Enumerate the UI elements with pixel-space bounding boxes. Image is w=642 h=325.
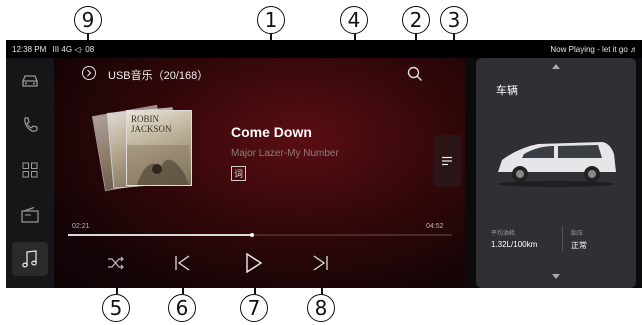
apps-grid-icon	[22, 162, 38, 178]
song-artist: Major Lazer-My Number	[231, 148, 339, 159]
status-bar: 12:38 PM III 4G ◁· 08 Now Playing - let …	[6, 40, 642, 58]
next-icon	[313, 255, 328, 271]
vehicle-panel: 车辆 平均油耗 1.32L/100km 胎压 正常	[465, 58, 642, 288]
time-elapsed: 02:21	[72, 223, 90, 230]
search-icon	[407, 66, 422, 81]
media-player: USB音乐（20/168） ROBIN JACKSON Come Down Ma…	[54, 58, 465, 288]
sidebar-item-phone[interactable]	[12, 108, 48, 142]
callout-8: 8	[307, 294, 335, 322]
next-button[interactable]	[308, 250, 334, 276]
infotainment-screen: 12:38 PM III 4G ◁· 08 Now Playing - let …	[6, 40, 642, 288]
clock: 12:38 PM	[12, 45, 47, 54]
previous-button[interactable]	[169, 250, 195, 276]
progress-handle[interactable]	[250, 233, 255, 237]
callout-3: 3	[440, 6, 468, 34]
search-button[interactable]	[406, 65, 424, 83]
radio-icon	[21, 207, 39, 223]
previous-icon	[175, 255, 190, 271]
play-button[interactable]	[241, 250, 267, 276]
signal-indicators: III 4G ◁· 08	[52, 45, 95, 54]
callout-5: 5	[102, 294, 130, 322]
chevron-right-icon	[87, 69, 92, 77]
now-playing-text: Now Playing - let it go ♬	[550, 45, 638, 54]
play-icon	[246, 253, 263, 273]
chevron-up-icon	[552, 64, 560, 69]
back-button[interactable]	[82, 66, 96, 80]
sidebar	[6, 58, 54, 288]
tire-label: 胎压	[571, 231, 584, 237]
status-left: 12:38 PM III 4G ◁· 08	[12, 45, 94, 54]
song-title: Come Down	[231, 124, 312, 140]
car-icon	[22, 75, 38, 87]
stat-divider	[562, 226, 563, 252]
playlist-icon	[442, 156, 452, 166]
sidebar-item-apps[interactable]	[12, 153, 48, 187]
progress-fill	[68, 234, 253, 236]
callout-7: 7	[240, 294, 268, 322]
progress-bar[interactable]	[68, 233, 452, 237]
phone-icon	[24, 117, 38, 132]
source-title: USB音乐（20/168）	[108, 70, 209, 82]
callout-2: 2	[402, 6, 430, 34]
callout-6: 6	[168, 294, 196, 322]
chevron-down-icon	[552, 274, 560, 279]
playlist-button[interactable]	[433, 135, 461, 187]
shuffle-icon	[108, 256, 124, 270]
sidebar-item-music[interactable]	[12, 242, 48, 276]
fuel-value: 1.32L/100km	[491, 240, 538, 249]
sidebar-item-radio[interactable]	[12, 198, 48, 232]
callout-1: 1	[257, 6, 285, 34]
sidebar-item-car[interactable]	[12, 64, 48, 98]
callout-4: 4	[340, 6, 368, 34]
vehicle-image	[498, 142, 616, 187]
album-card-front: ROBIN JACKSON	[126, 110, 192, 186]
lyrics-button[interactable]: 词	[231, 166, 246, 181]
time-total: 04:52	[426, 223, 444, 230]
shuffle-button[interactable]	[103, 250, 129, 276]
fuel-label: 平均油耗	[491, 231, 516, 237]
vehicle-card[interactable]: 车辆 平均油耗 1.32L/100km 胎压 正常	[476, 58, 636, 288]
album-artwork	[127, 145, 189, 185]
vehicle-title: 车辆	[496, 85, 518, 97]
tire-value: 正常	[571, 241, 587, 250]
music-note-icon	[22, 250, 37, 268]
album-text: ROBIN JACKSON	[131, 114, 172, 134]
callout-9: 9	[74, 6, 102, 34]
album-cover: ROBIN JACKSON	[91, 104, 208, 192]
